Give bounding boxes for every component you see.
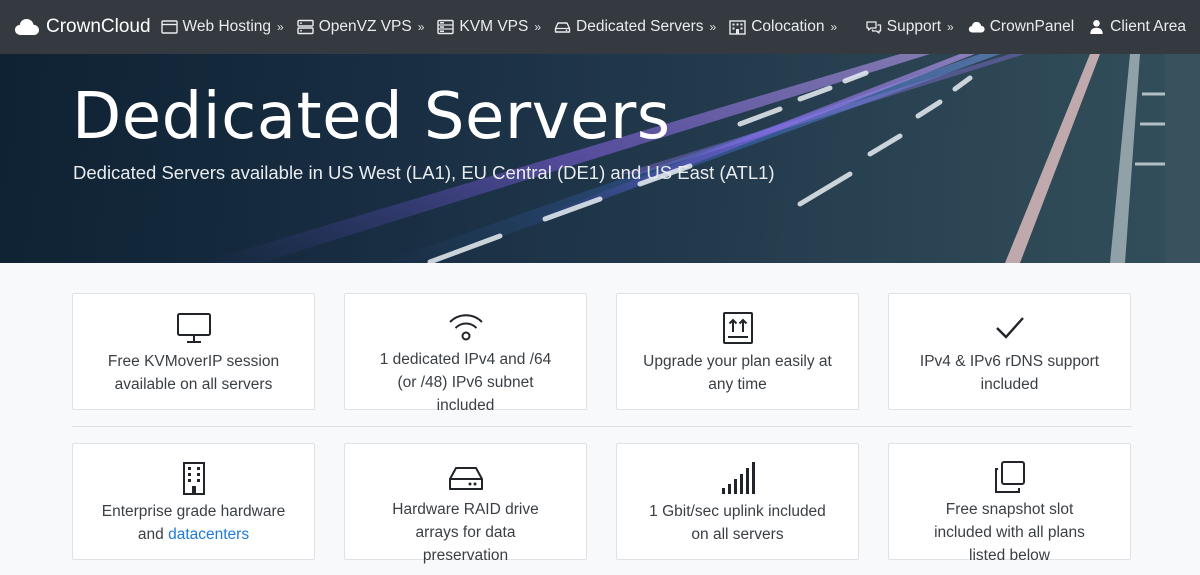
chevron-right-icon: »: [709, 20, 717, 34]
features-row-1: Free KVMoverIP session available on all …: [72, 293, 1132, 414]
chevron-down-icon: »: [417, 20, 425, 34]
nav-right-group: Support » CrownPanel Client Area: [851, 18, 1186, 36]
cloud-icon: [15, 19, 39, 35]
monitor-icon: [176, 313, 211, 343]
nav-dedicated-servers[interactable]: Dedicated Servers »: [554, 18, 716, 36]
chevron-down-icon: »: [277, 20, 284, 34]
nav-openvz-vps-label: OpenVZ VPS: [318, 18, 412, 35]
feature-card-rdns: IPv4 & IPv6 rDNS support included: [888, 293, 1131, 410]
chat-icon: [866, 21, 881, 34]
brand-logo[interactable]: CrownCloud: [14, 16, 151, 38]
feature-text: 1 dedicated IPv4 and /64 (or /48) IPv6 s…: [379, 351, 552, 414]
feature-text: IPv4 & IPv6 rDNS support included: [919, 353, 1100, 393]
upgrade-box-icon: [722, 312, 753, 344]
wifi-icon: [448, 314, 483, 341]
hard-drive-icon: [448, 467, 483, 490]
server-rack-icon: [437, 19, 455, 35]
page-title: Dedicated Servers: [72, 80, 671, 154]
building-icon: [182, 462, 205, 495]
feature-text: 1 Gbit/sec uplink included on all server…: [649, 503, 826, 543]
feature-card-upgrade: Upgrade your plan easily at any time: [616, 293, 859, 410]
hard-drive-icon: [554, 22, 571, 33]
nav-openvz-vps[interactable]: OpenVZ VPS »: [296, 18, 425, 36]
feature-card-ip-subnet: 1 dedicated IPv4 and /64 (or /48) IPv6 s…: [344, 293, 587, 414]
nav-crownpanel-label: CrownPanel: [989, 18, 1075, 35]
building-icon: [729, 20, 746, 35]
feature-card-enterprise: Enterprise grade hardware and datacenter…: [72, 443, 315, 560]
features-section: Free KVMoverIP session available on all …: [72, 293, 1132, 564]
feature-text: Free KVMoverIP session available on all …: [107, 353, 280, 393]
feature-card-snapshot: Free snapshot slot included with all pla…: [888, 443, 1131, 564]
features-row-2: Enterprise grade hardware and datacenter…: [72, 443, 1132, 564]
nav-web-hosting[interactable]: Web Hosting »: [160, 18, 284, 36]
nav-kvm-vps[interactable]: KVM VPS »: [437, 18, 541, 36]
user-icon: [1090, 20, 1103, 34]
feature-text: Upgrade your plan easily at any time: [643, 353, 832, 393]
nav-client-area[interactable]: Client Area: [1088, 18, 1186, 36]
snapshot-copy-icon: [994, 461, 1025, 493]
nav-colocation-label: Colocation: [751, 18, 825, 35]
feature-text: Hardware RAID drive arrays for data pres…: [392, 501, 539, 564]
feature-text: Enterprise grade hardware and datacenter…: [101, 503, 286, 543]
page-subtitle: Dedicated Servers available in US West (…: [73, 162, 775, 183]
nav-kvm-vps-label: KVM VPS: [459, 18, 529, 35]
server-icon: [296, 19, 314, 35]
browser-window-icon: [160, 20, 178, 34]
nav-client-area-label: Client Area: [1110, 18, 1186, 35]
brand-name: CrownCloud: [46, 16, 151, 37]
cloud-icon: [968, 21, 985, 33]
feature-card-uplink: 1 Gbit/sec uplink included on all server…: [616, 443, 859, 560]
nav-crownpanel[interactable]: CrownPanel: [968, 18, 1074, 36]
nav-dedicated-servers-label: Dedicated Servers: [576, 18, 704, 35]
nav-support[interactable]: Support »: [865, 18, 954, 36]
nav-web-hosting-label: Web Hosting: [182, 18, 271, 35]
nav-colocation[interactable]: Colocation »: [729, 18, 837, 36]
feature-card-raid: Hardware RAID drive arrays for data pres…: [344, 443, 587, 564]
datacenters-link[interactable]: datacenters: [168, 526, 249, 543]
chevron-right-icon: »: [830, 20, 838, 34]
feature-card-kvmoverip: Free KVMoverIP session available on all …: [72, 293, 315, 410]
hero-banner: Dedicated Servers Dedicated Servers avai…: [0, 54, 1200, 263]
checkmark-icon: [995, 317, 1024, 339]
feature-text: Free snapshot slot included with all pla…: [934, 501, 1085, 564]
features-divider: [72, 426, 1132, 427]
chevron-down-icon: »: [947, 20, 954, 34]
top-navbar: CrownCloud Web Hosting » OpenVZ VPS » KV…: [0, 0, 1200, 54]
signal-bars-icon: [721, 462, 755, 494]
chevron-down-icon: »: [534, 20, 542, 34]
nav-support-label: Support: [886, 18, 942, 35]
